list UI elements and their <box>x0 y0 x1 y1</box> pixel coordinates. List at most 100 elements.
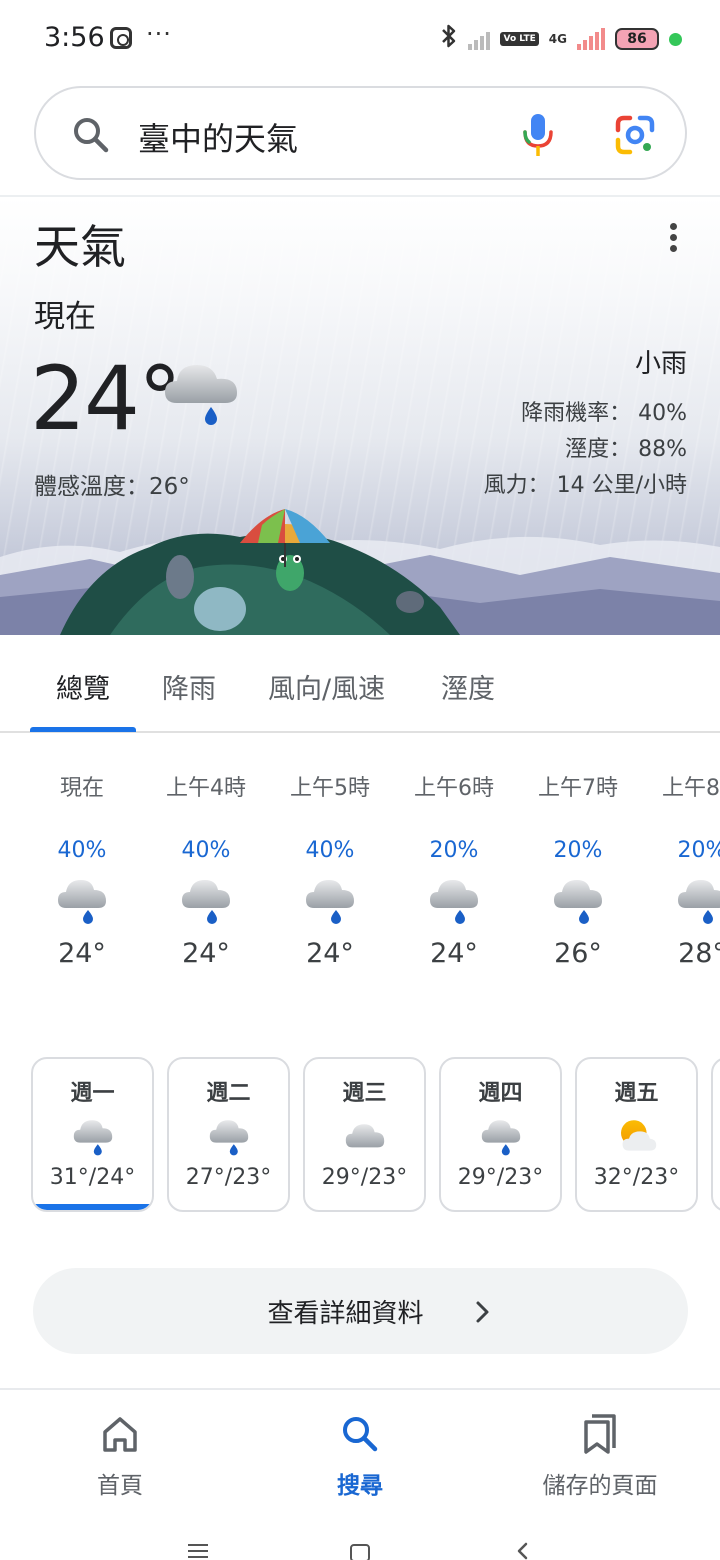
home-button-icon[interactable] <box>350 1544 370 1560</box>
hour-precip: 20% <box>677 838 720 863</box>
day-temp-range: 29°/23° <box>321 1165 408 1190</box>
day-name: 週五 <box>614 1081 659 1106</box>
view-details-label: 查看詳細資料 <box>267 1299 424 1329</box>
google-lens-icon[interactable] <box>614 114 656 156</box>
active-indicator-dot <box>669 32 682 46</box>
tab-precipitation[interactable]: 降雨 <box>162 667 216 706</box>
bluetooth-icon <box>440 23 458 55</box>
cloud-rain-icon <box>428 876 480 926</box>
search-icon <box>74 118 109 153</box>
status-indicators: Vo LTE 4G 86 <box>440 24 682 54</box>
search-input[interactable]: 臺中的天氣 <box>138 114 298 160</box>
nav-saved-label: 儲存的頁面 <box>542 1473 658 1499</box>
hour-temp: 24° <box>306 938 354 969</box>
hour-precip: 20% <box>553 838 603 863</box>
cloud-rain-icon <box>180 876 232 926</box>
condition-text: 小雨 <box>634 349 687 379</box>
microphone-icon[interactable] <box>520 112 556 158</box>
nav-search-label: 搜尋 <box>337 1473 383 1499</box>
chevron-right-icon <box>476 1301 489 1323</box>
signal-sim1-icon <box>468 28 491 50</box>
hour-temp: 24° <box>182 938 230 969</box>
day-card[interactable]: 週三 29°/23° <box>303 1057 426 1212</box>
hour-precip: 40% <box>305 838 355 863</box>
hour-time: 上午8時 <box>662 776 720 801</box>
day-name: 週二 <box>206 1081 251 1106</box>
cloud-rain-icon <box>207 1117 251 1157</box>
wind-speed: 風力： 14 公里/小時 <box>483 473 687 498</box>
weather-tabs: 總覽 降雨 風向/風速 溼度 <box>0 635 720 733</box>
hour-time: 上午5時 <box>290 776 370 801</box>
weather-hero: 天氣 現在 24° 體感溫度：26° 小雨 降雨機率： 40% 溼度： 88% … <box>0 197 720 635</box>
cloud-rain-icon <box>71 1117 115 1157</box>
tab-wind[interactable]: 風向/風速 <box>268 667 385 706</box>
now-label: 現在 <box>34 299 96 335</box>
day-name: 週一 <box>70 1081 115 1106</box>
hour-precip: 20% <box>429 838 479 863</box>
feels-like: 體感溫度：26° <box>34 474 190 500</box>
day-temp-range: 32°/23° <box>593 1165 680 1190</box>
nav-home[interactable]: 首頁 <box>0 1412 240 1500</box>
back-icon[interactable] <box>514 1542 532 1560</box>
day-name: 週四 <box>478 1081 523 1106</box>
cloud-rain-icon <box>479 1117 523 1157</box>
hour-time: 上午6時 <box>414 776 494 801</box>
daily-forecast[interactable]: 週一 31°/24° 週二 27°/23° 週三 29°/23° 週四 29°/… <box>0 1057 720 1217</box>
instagram-notification-icon <box>110 27 132 49</box>
hourly-forecast[interactable]: 現在 40% 24° 上午4時 40% 24° 上午5時 40% 24° 上午6… <box>0 770 720 1020</box>
hour-temp: 26° <box>554 938 602 969</box>
precipitation-chance: 降雨機率： 40% <box>521 401 687 426</box>
nav-home-label: 首頁 <box>97 1473 143 1499</box>
search-bar[interactable]: 臺中的天氣 <box>34 86 687 180</box>
hour-temp: 24° <box>430 938 478 969</box>
day-card[interactable]: 週二 27°/23° <box>167 1057 290 1212</box>
day-temp-range: 27°/23° <box>185 1165 272 1190</box>
day-name: 週三 <box>342 1081 387 1106</box>
recent-apps-icon[interactable] <box>188 1544 208 1560</box>
hour-precip: 40% <box>181 838 231 863</box>
hourly-item: 上午5時 40% 24° <box>280 770 380 969</box>
network-type: 4G <box>548 32 567 46</box>
humidity: 溼度： 88% <box>565 437 687 462</box>
nav-search[interactable]: 搜尋 <box>240 1412 480 1500</box>
cloud-rain-icon <box>676 876 720 926</box>
nav-saved[interactable]: 儲存的頁面 <box>480 1412 720 1500</box>
hour-temp: 24° <box>58 938 106 969</box>
hourly-item: 上午6時 20% 24° <box>404 770 504 969</box>
view-details-button[interactable]: 查看詳細資料 <box>33 1268 688 1354</box>
more-options-icon[interactable] <box>662 221 686 255</box>
hour-time: 現在 <box>59 776 104 801</box>
day-card[interactable]: 週四 29°/23° <box>439 1057 562 1212</box>
bookmarks-icon <box>584 1414 616 1454</box>
bottom-navigation: 首頁 搜尋 儲存的頁面 <box>0 1390 720 1510</box>
tab-humidity[interactable]: 溼度 <box>441 667 495 706</box>
hourly-item: 上午8時 20% 28° <box>652 770 720 969</box>
signal-sim2-icon <box>577 28 605 50</box>
hour-time: 上午4時 <box>166 776 246 801</box>
more-notifications-icon: ··· <box>146 20 172 48</box>
day-card[interactable]: 週五 32°/23° <box>575 1057 698 1212</box>
hourly-item: 現在 40% 24° <box>32 770 132 969</box>
hour-time: 上午7時 <box>538 776 618 801</box>
system-navigation-bar <box>0 1530 720 1560</box>
day-card-partial[interactable] <box>711 1057 720 1212</box>
current-temperature: 24° <box>30 347 182 450</box>
day-temp-range: 29°/23° <box>457 1165 544 1190</box>
tab-overview[interactable]: 總覽 <box>56 667 110 706</box>
status-time: 3:56 <box>44 22 105 53</box>
cloud-rain-icon <box>304 876 356 926</box>
battery-level: 86 <box>627 31 647 47</box>
cloud-icon <box>343 1117 387 1157</box>
search-icon <box>343 1417 378 1452</box>
sun-cloud-icon <box>615 1117 659 1157</box>
cloud-rain-icon <box>56 876 108 926</box>
day-temp-range: 31°/24° <box>49 1165 136 1190</box>
weather-title: 天氣 <box>34 220 126 274</box>
selected-day-indicator <box>33 1204 152 1210</box>
battery-icon: 86 <box>615 28 659 50</box>
hourly-item: 上午7時 20% 26° <box>528 770 628 969</box>
cloud-rain-icon <box>552 876 604 926</box>
hour-temp: 28° <box>678 938 720 969</box>
hour-precip: 40% <box>57 838 107 863</box>
day-card[interactable]: 週一 31°/24° <box>31 1057 154 1212</box>
